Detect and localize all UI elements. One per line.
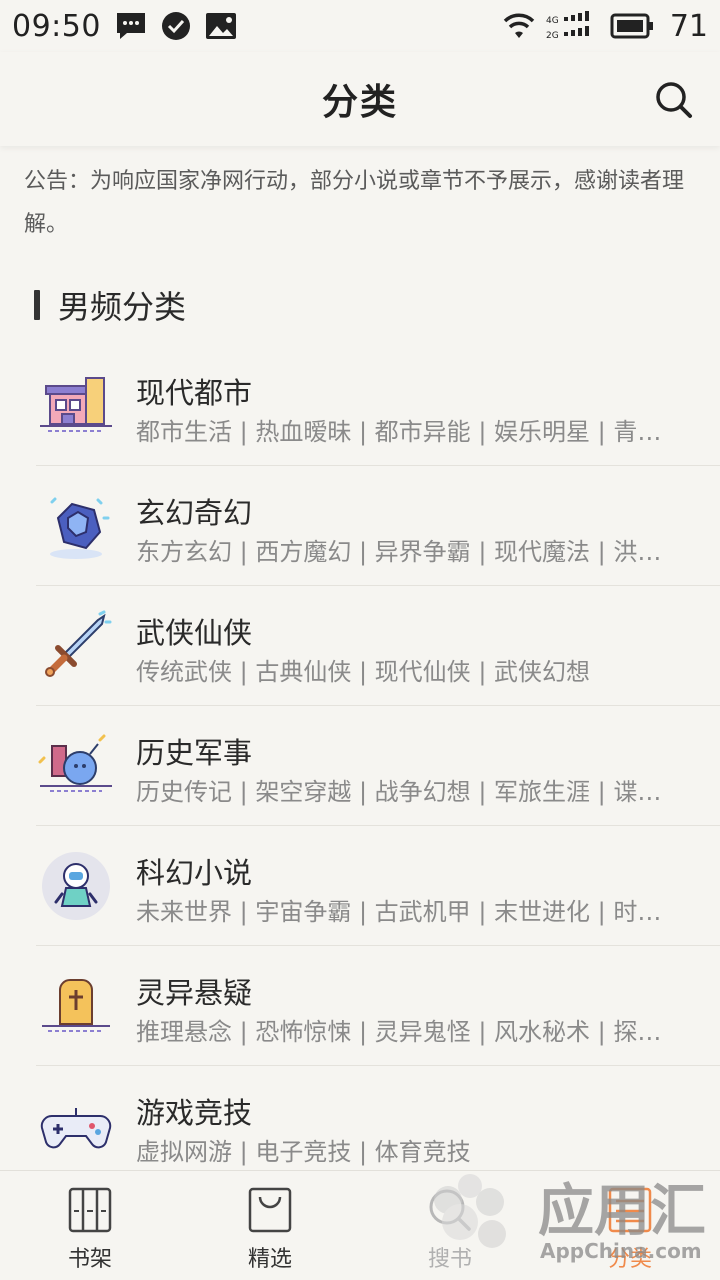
bookshelf-icon — [68, 1187, 112, 1233]
category-title: 游戏竞技 — [136, 1096, 253, 1130]
nav-label: 书架 — [67, 1247, 112, 1272]
gamepad-icon — [40, 1108, 112, 1149]
nav-label: 分类 — [607, 1247, 652, 1272]
city-building-icon — [40, 377, 112, 432]
nav-bookshelf[interactable]: 书架 — [0, 1171, 180, 1280]
category-title: 灵异悬疑 — [136, 976, 253, 1010]
category-title: 科幻小说 — [136, 856, 253, 890]
category-subtitle: 都市生活 | 热血暧昧 | 都市异能 | 娱乐明星 | 青… — [136, 418, 662, 446]
category-title: 武侠仙侠 — [136, 616, 253, 650]
section-marker — [34, 290, 40, 320]
bomb-icon — [38, 734, 112, 792]
category-item[interactable]: 玄幻奇幻 东方玄幻 | 西方魔幻 | 异界争霸 | 现代魔法 | 洪… — [36, 466, 720, 586]
message-icon — [116, 13, 145, 39]
page-title: 分类 — [321, 82, 398, 123]
category-title: 历史军事 — [136, 736, 253, 770]
category-item[interactable]: 武侠仙侠 传统武侠 | 古典仙侠 | 现代仙侠 | 武侠幻想 — [36, 586, 720, 706]
category-subtitle: 未来世界 | 宇宙争霸 | 古武机甲 | 末世进化 | 时… — [136, 898, 662, 926]
svg-text:2G: 2G — [546, 31, 559, 41]
svg-text:4G: 4G — [546, 16, 559, 26]
shopping-bag-icon — [248, 1187, 292, 1233]
status-time: 09:50 — [12, 8, 101, 44]
category-subtitle: 推理悬念 | 恐怖惊悚 | 灵异鬼怪 | 风水秘术 | 探… — [136, 1018, 662, 1046]
search-icon — [656, 82, 692, 118]
search-button[interactable] — [654, 80, 694, 120]
crystal-gem-icon — [50, 497, 110, 559]
notice-text: 公告：为响应国家净网行动，部分小说或章节不予展示，感谢读者理解。 — [24, 169, 685, 237]
check-circle-icon — [161, 12, 190, 40]
section-title: 男频分类 — [58, 288, 187, 326]
sword-icon — [45, 610, 112, 677]
category-item[interactable]: 游戏竞技 虚拟网游 | 电子竞技 | 体育竞技 — [36, 1066, 720, 1186]
category-subtitle: 虚拟网游 | 电子竞技 | 体育竞技 — [136, 1138, 471, 1166]
section-header: 男频分类 — [34, 282, 186, 328]
category-item[interactable]: 灵异悬疑 推理悬念 | 恐怖惊悚 | 灵异鬼怪 | 风水秘术 | 探… — [36, 946, 720, 1066]
nav-label: 精选 — [247, 1247, 292, 1272]
category-item[interactable]: 历史军事 历史传记 | 架空穿越 | 战争幻想 | 军旅生涯 | 谍… — [36, 706, 720, 826]
tombstone-icon — [42, 979, 110, 1032]
category-icon — [608, 1187, 652, 1233]
app-header: 分类 — [0, 52, 720, 146]
battery-icon — [610, 13, 653, 39]
nav-featured[interactable]: 精选 — [180, 1171, 360, 1280]
category-list: 现代都市 都市生活 | 热血暧昧 | 都市异能 | 娱乐明星 | 青… 玄幻奇幻… — [0, 346, 720, 1186]
category-title: 玄幻奇幻 — [136, 496, 253, 530]
signal-icon: 4G 2G — [546, 11, 589, 41]
category-subtitle: 历史传记 | 架空穿越 | 战争幻想 | 军旅生涯 | 谍… — [136, 778, 662, 806]
wifi-icon — [503, 13, 535, 38]
image-icon — [205, 13, 236, 39]
battery-level: 71 — [669, 8, 708, 44]
astronaut-icon — [42, 852, 110, 920]
category-subtitle: 传统武侠 | 古典仙侠 | 现代仙侠 | 武侠幻想 — [136, 658, 591, 686]
nav-label: 搜书 — [427, 1247, 472, 1272]
category-title: 现代都市 — [136, 376, 253, 410]
category-item[interactable]: 现代都市 都市生活 | 热血暧昧 | 都市异能 | 娱乐明星 | 青… — [36, 346, 720, 466]
category-subtitle: 东方玄幻 | 西方魔幻 | 异界争霸 | 现代魔法 | 洪… — [136, 538, 662, 566]
status-bar: 09:50 4G 2G 71 — [0, 0, 720, 52]
search-book-icon — [429, 1189, 471, 1231]
nav-category[interactable]: 分类 — [540, 1171, 720, 1280]
bottom-nav: 书架 精选 搜书 分类 — [0, 1170, 720, 1280]
nav-search-books[interactable]: 搜书 — [360, 1171, 540, 1280]
category-item[interactable]: 科幻小说 未来世界 | 宇宙争霸 | 古武机甲 | 末世进化 | 时… — [36, 826, 720, 946]
